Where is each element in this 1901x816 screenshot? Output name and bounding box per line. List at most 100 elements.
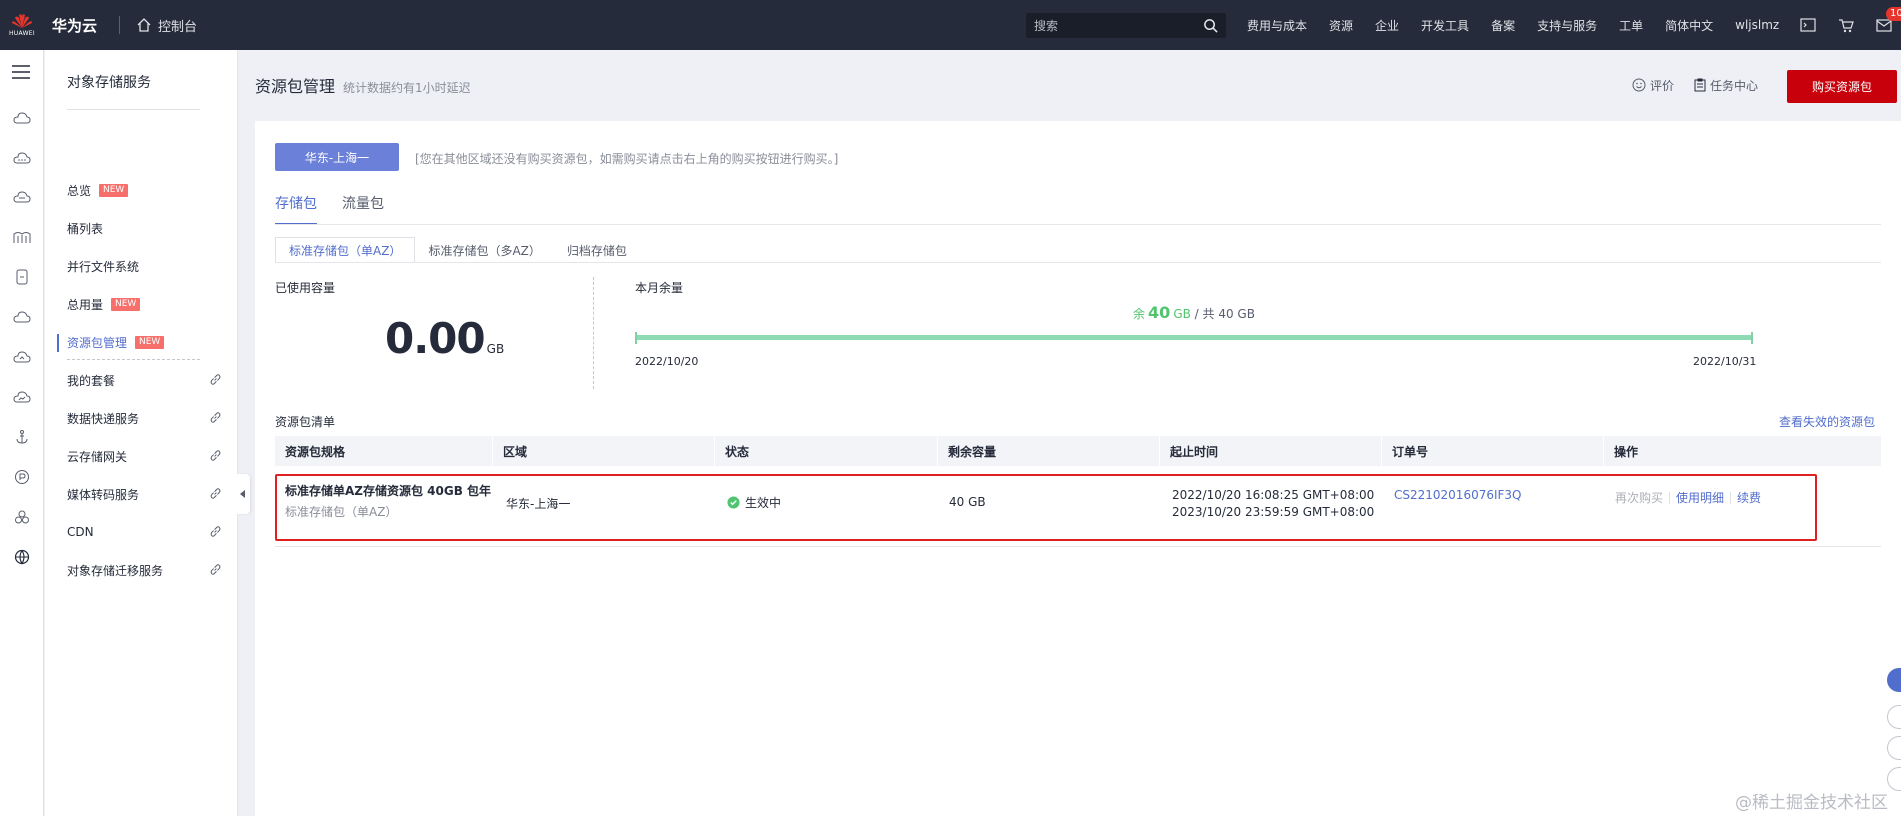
divider (67, 359, 200, 360)
sidebar-item-label: 我的套餐 (67, 373, 116, 388)
cloud-network-icon[interactable] (12, 148, 32, 168)
sidebar-item-cdn[interactable]: CDN (67, 522, 222, 542)
column-header: 起止时间 (1159, 436, 1381, 466)
package-type-tabs: 存储包 流量包 (275, 193, 409, 225)
service-title: 对象存储服务 (67, 75, 151, 91)
divider (275, 262, 1881, 263)
service-sidebar: 对象存储服务 总览 NEW 桶列表 并行文件系统 总用量 NEW 资源包管理 NEW … (45, 50, 238, 816)
sidebar-item-media-transcode[interactable]: 媒体转码服务 (67, 484, 222, 504)
globe-icon[interactable] (12, 547, 32, 567)
new-badge: NEW (111, 297, 141, 311)
cloud-storage-icon[interactable] (12, 347, 32, 367)
sidebar-item-buckets[interactable]: 桶列表 (67, 218, 222, 238)
console-link[interactable]: 控制台 (136, 16, 197, 35)
period-end-date: 2022/10/31 (1693, 355, 1757, 368)
badge-circle-icon[interactable] (12, 467, 32, 487)
menu-icon[interactable] (11, 64, 31, 80)
remaining-prefix: 余 (1133, 307, 1146, 321)
message-icon[interactable]: 10 (1876, 7, 1901, 32)
mobile-icon[interactable] (12, 267, 32, 287)
top-icons: 10 (1800, 0, 1901, 50)
main-panel: 华东-上海一 [您在其他区域还没有购买资源包，如需购买请点击右上角的购买按钮进行… (255, 121, 1901, 816)
rate-link[interactable]: 评价 (1632, 77, 1674, 94)
sidebar-item-total-usage[interactable]: 总用量 NEW (67, 294, 222, 314)
region-tip: [您在其他区域还没有购买资源包，如需购买请点击右上角的购买按钮进行购买。] (415, 152, 839, 166)
divider (119, 16, 121, 34)
remaining-progress-fill (637, 335, 1751, 340)
new-badge: NEW (135, 335, 165, 349)
tab-archive[interactable]: 归档存储包 (554, 237, 640, 263)
total-capacity: / 共 40 GB (1194, 307, 1255, 321)
sidebar-item-migration[interactable]: 对象存储迁移服务 (67, 560, 222, 580)
table-header: 资源包规格 区域 状态 剩余容量 起止时间 订单号 操作 (275, 436, 1881, 466)
service-icon-rail (0, 50, 44, 816)
task-center-link[interactable]: 任务中心 (1694, 77, 1758, 94)
sidebar-item-parallel-fs[interactable]: 并行文件系统 (67, 256, 222, 276)
nav-filing[interactable]: 备案 (1491, 17, 1515, 34)
console-label: 控制台 (158, 19, 198, 35)
bridge-icon[interactable] (12, 227, 32, 247)
anchor-icon[interactable] (12, 427, 32, 447)
floating-toolbar (1887, 668, 1901, 798)
sidebar-item-my-plans[interactable]: 我的套餐 (67, 370, 222, 390)
buy-package-button[interactable]: 购买资源包 (1787, 70, 1897, 103)
search-placeholder: 搜索 (1034, 19, 1059, 33)
cloud-server-icon[interactable] (12, 108, 32, 128)
sidebar-item-label: 数据快递服务 (67, 411, 140, 426)
sidebar-item-label: 桶列表 (67, 221, 104, 236)
sidebar-collapse-toggle[interactable] (236, 474, 250, 514)
contact-icon[interactable] (1887, 767, 1901, 791)
external-link-icon (210, 564, 221, 575)
sidebar-item-data-express[interactable]: 数据快递服务 (67, 408, 222, 428)
nav-support[interactable]: 支持与服务 (1537, 17, 1597, 34)
assistant-icon[interactable] (1887, 668, 1901, 692)
cloud-monitor-icon[interactable] (12, 387, 32, 407)
external-link-icon (210, 374, 221, 385)
feedback-icon[interactable] (1887, 736, 1901, 760)
remaining-unit: GB (1173, 307, 1191, 321)
divider (275, 546, 1881, 547)
tab-traffic-package[interactable]: 流量包 (342, 193, 384, 225)
package-list-title: 资源包清单 (275, 415, 336, 429)
logo-subtext: HUAWEI (9, 30, 35, 37)
region-button[interactable]: 华东-上海一 (275, 143, 399, 171)
user-name[interactable]: wljslmz (1735, 18, 1779, 32)
terminal-icon[interactable] (1800, 18, 1816, 32)
nav-resources[interactable]: 资源 (1329, 17, 1353, 34)
sidebar-item-resource-packages[interactable]: 资源包管理 NEW (67, 332, 222, 352)
tab-standard-multi-az[interactable]: 标准存储包（多AZ） (415, 237, 553, 263)
page-header: 资源包管理 统计数据约有1小时延迟 (255, 73, 471, 97)
sidebar-item-storage-gateway[interactable]: 云存储网关 (67, 446, 222, 466)
cloud-database-icon[interactable] (12, 187, 32, 207)
remaining-value: 40 (1148, 303, 1171, 322)
nav-cost[interactable]: 费用与成本 (1247, 17, 1307, 34)
tab-standard-single-az[interactable]: 标准存储包（单AZ） (275, 237, 416, 263)
nav-enterprise[interactable]: 企业 (1375, 17, 1399, 34)
task-center-label: 任务中心 (1710, 78, 1759, 93)
cloud-icon[interactable] (12, 307, 32, 327)
remaining-summary: 余 40 GB / 共 40 GB (635, 303, 1753, 322)
search-input[interactable]: 搜索 (1026, 13, 1226, 38)
column-header: 区域 (492, 436, 714, 466)
cart-icon[interactable] (1838, 18, 1854, 33)
tab-storage-package[interactable]: 存储包 (275, 193, 317, 225)
nav-language[interactable]: 简体中文 (1665, 17, 1713, 34)
cluster-icon[interactable] (12, 507, 32, 527)
watermark: @稀土掘金技术社区 (1735, 793, 1888, 813)
view-expired-link[interactable]: 查看失效的资源包 (1779, 413, 1875, 430)
top-bar: HUAWEI 华为云 控制台 搜索 费用与成本 资源 企业 开发工具 备案 支持… (0, 0, 1901, 50)
used-capacity-value: 0.00 (385, 314, 486, 363)
help-icon[interactable] (1887, 705, 1901, 729)
external-link-icon (210, 488, 221, 499)
huawei-logo[interactable]: HUAWEI (0, 0, 44, 50)
nav-ticket[interactable]: 工单 (1619, 17, 1643, 34)
divider (275, 224, 1881, 225)
header-actions: 评价 任务中心 (1632, 68, 1778, 102)
search-icon[interactable] (1203, 18, 1218, 33)
new-badge: NEW (99, 183, 129, 197)
highlight-box (275, 474, 1817, 541)
brand-name[interactable]: 华为云 (52, 15, 97, 36)
home-icon (137, 18, 151, 32)
nav-devtools[interactable]: 开发工具 (1421, 17, 1469, 34)
sidebar-item-overview[interactable]: 总览 NEW (67, 180, 222, 200)
